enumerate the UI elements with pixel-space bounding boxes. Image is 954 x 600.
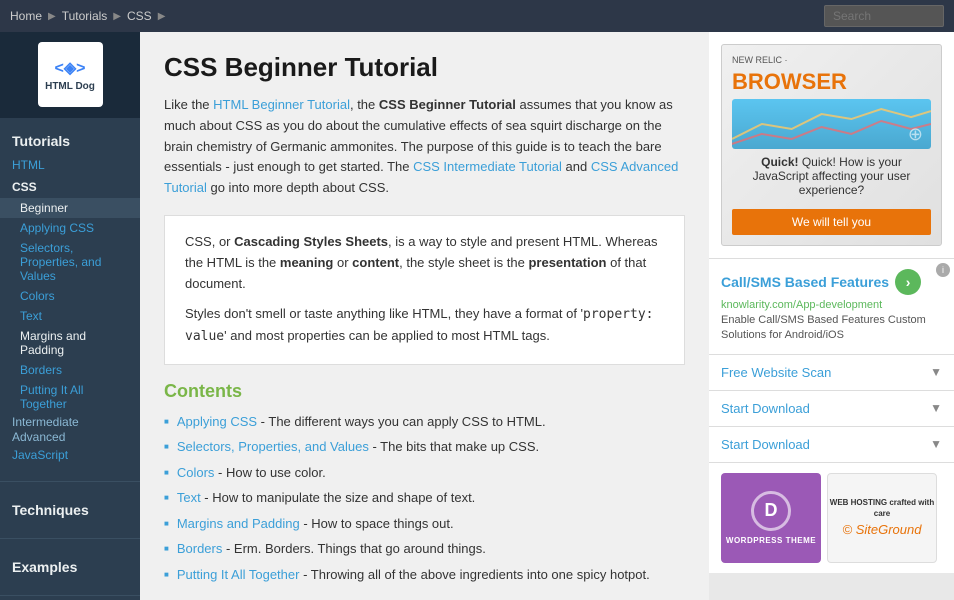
browser-ad-content: New Relic · BROWSER ⊕ Quick! Quick! How …: [721, 44, 942, 246]
breadcrumb-arrow2: ▶: [113, 11, 121, 22]
sidebar-techniques-title[interactable]: Techniques: [0, 497, 140, 523]
definition-p1: CSS, or Cascading Styles Sheets, is a wa…: [185, 232, 664, 294]
html-beginner-tutorial-link[interactable]: HTML Beginner Tutorial: [213, 97, 350, 112]
sidebar: <◈> HTML Dog Tutorials HTML CSS Beginner…: [0, 32, 140, 600]
list-item: Text - How to manipulate the size and sh…: [164, 488, 685, 508]
intro-paragraph: Like the HTML Beginner Tutorial, the CSS…: [164, 95, 685, 199]
definition-box: CSS, or Cascading Styles Sheets, is a wa…: [164, 215, 685, 365]
contents-text-link[interactable]: Text: [177, 490, 201, 505]
sidebar-examples-section: Examples: [0, 544, 140, 590]
contents-colors-link[interactable]: Colors: [177, 465, 215, 480]
free-website-scan-ad[interactable]: Free Website Scan ▼: [709, 355, 954, 391]
definition-p2: Styles don't smell or taste anything lik…: [185, 304, 664, 348]
dropdown-label: Free Website Scan: [721, 365, 831, 380]
chevron-down-icon: ▼: [930, 401, 942, 415]
logo-text: HTML Dog: [45, 81, 95, 92]
top-navigation: Home ▶ Tutorials ▶ CSS ▶: [0, 0, 954, 32]
ad-text: Quick! Quick! How is your JavaScript aff…: [732, 155, 931, 197]
dropdown-row: Start Download ▼: [721, 401, 942, 416]
sidebar-divider1: [0, 481, 140, 482]
list-item: Selectors, Properties, and Values - The …: [164, 437, 685, 457]
dropdown-label: Start Download: [721, 401, 810, 416]
chevron-down-icon: ▼: [930, 365, 942, 379]
siteground-title: WEB HOSTING crafted with care: [828, 498, 936, 519]
bottom-ads: D WORDPRESS THEME WEB HOSTING crafted wi…: [709, 463, 954, 573]
right-sidebar: New Relic · BROWSER ⊕ Quick! Quick! How …: [709, 32, 954, 600]
logo-box: <◈> HTML Dog: [38, 42, 103, 107]
new-relic-label: New Relic ·: [732, 55, 931, 65]
siteground-ad[interactable]: WEB HOSTING crafted with care © SiteGrou…: [827, 473, 937, 563]
call-sms-label: Call/SMS Based Features: [721, 274, 889, 290]
sidebar-item-beginner[interactable]: Beginner: [0, 198, 140, 218]
sidebar-item-css[interactable]: CSS: [0, 176, 140, 198]
contents-borders-link[interactable]: Borders: [177, 541, 223, 556]
sidebar-divider3: [0, 595, 140, 596]
sidebar-item-putting-all[interactable]: Putting It All Together: [0, 380, 140, 414]
wordpress-label: WORDPRESS THEME: [726, 536, 816, 545]
breadcrumb: Home ▶ Tutorials ▶ CSS ▶: [10, 9, 824, 23]
search-input[interactable]: [824, 5, 944, 27]
main-content: CSS Beginner Tutorial Like the HTML Begi…: [140, 32, 709, 600]
list-item: Colors - How to use color.: [164, 463, 685, 483]
sidebar-examples-title[interactable]: Examples: [0, 554, 140, 580]
main-layout: <◈> HTML Dog Tutorials HTML CSS Beginner…: [0, 32, 954, 600]
breadcrumb-home[interactable]: Home: [10, 9, 42, 23]
call-sms-ad: i Call/SMS Based Features › knowlarity.c…: [709, 259, 954, 355]
chevron-down-icon: ▼: [930, 437, 942, 451]
list-item: Putting It All Together - Throwing all o…: [164, 565, 685, 585]
contents-section: Contents Applying CSS - The different wa…: [164, 381, 685, 585]
call-sms-title[interactable]: Call/SMS Based Features ›: [721, 269, 942, 295]
chart-area: ⊕: [732, 99, 931, 149]
sidebar-item-applying-css[interactable]: Applying CSS: [0, 218, 140, 238]
logo-icon: <◈>: [55, 58, 86, 78]
call-sms-url: knowlarity.com/App-development: [721, 299, 942, 311]
sidebar-item-colors[interactable]: Colors: [0, 286, 140, 306]
sidebar-item-margins[interactable]: Margins and Padding: [0, 326, 140, 360]
breadcrumb-arrow: ▶: [48, 11, 56, 22]
dropdown-row: Free Website Scan ▼: [721, 365, 942, 380]
contents-list: Applying CSS - The different ways you ca…: [164, 412, 685, 585]
start-download-ad-1[interactable]: Start Download ▼: [709, 391, 954, 427]
browser-ad: New Relic · BROWSER ⊕ Quick! Quick! How …: [709, 32, 954, 259]
sidebar-divider2: [0, 538, 140, 539]
sidebar-item-selectors[interactable]: Selectors, Properties, and Values: [0, 238, 140, 286]
call-sms-desc: Enable Call/SMS Based Features Custom So…: [721, 313, 942, 344]
sidebar-item-advanced[interactable]: Advanced: [0, 426, 77, 448]
we-will-tell-you-button[interactable]: We will tell you: [732, 209, 931, 235]
sidebar-item-borders[interactable]: Borders: [0, 360, 140, 380]
sidebar-techniques-section: Techniques: [0, 487, 140, 533]
sidebar-tutorials-title[interactable]: Tutorials: [0, 128, 140, 154]
contents-putting-all-link[interactable]: Putting It All Together: [177, 567, 300, 582]
list-item: Margins and Padding - How to space thing…: [164, 514, 685, 534]
contents-applying-css-link[interactable]: Applying CSS: [177, 414, 257, 429]
page-title: CSS Beginner Tutorial: [164, 52, 685, 83]
siteground-logo: © SiteGround: [843, 522, 922, 537]
call-sms-button[interactable]: ›: [895, 269, 921, 295]
browser-title: BROWSER: [732, 69, 931, 95]
sidebar-tutorials-section: Tutorials HTML CSS Beginner Applying CSS…: [0, 118, 140, 476]
contents-selectors-link[interactable]: Selectors, Properties, and Values: [177, 439, 369, 454]
css-intermediate-link[interactable]: CSS Intermediate Tutorial: [413, 159, 562, 174]
dropdown-row: Start Download ▼: [721, 437, 942, 452]
sidebar-item-text[interactable]: Text: [0, 306, 140, 326]
breadcrumb-arrow3: ▶: [158, 11, 166, 22]
breadcrumb-tutorials[interactable]: Tutorials: [62, 9, 108, 23]
list-item: Applying CSS - The different ways you ca…: [164, 412, 685, 432]
contents-margins-link[interactable]: Margins and Padding: [177, 516, 300, 531]
dropdown-label: Start Download: [721, 437, 810, 452]
contents-title: Contents: [164, 381, 685, 402]
content-wrapper: CSS Beginner Tutorial Like the HTML Begi…: [140, 32, 954, 600]
list-item: Borders - Erm. Borders. Things that go a…: [164, 539, 685, 559]
breadcrumb-css[interactable]: CSS: [127, 9, 152, 23]
start-download-ad-2[interactable]: Start Download ▼: [709, 427, 954, 463]
info-icon[interactable]: i: [936, 263, 950, 277]
sidebar-item-html[interactable]: HTML: [0, 154, 140, 176]
wordpress-theme-ad[interactable]: D WORDPRESS THEME: [721, 473, 821, 563]
logo-area: <◈> HTML Dog: [0, 32, 140, 118]
wordpress-icon: D: [751, 491, 791, 531]
